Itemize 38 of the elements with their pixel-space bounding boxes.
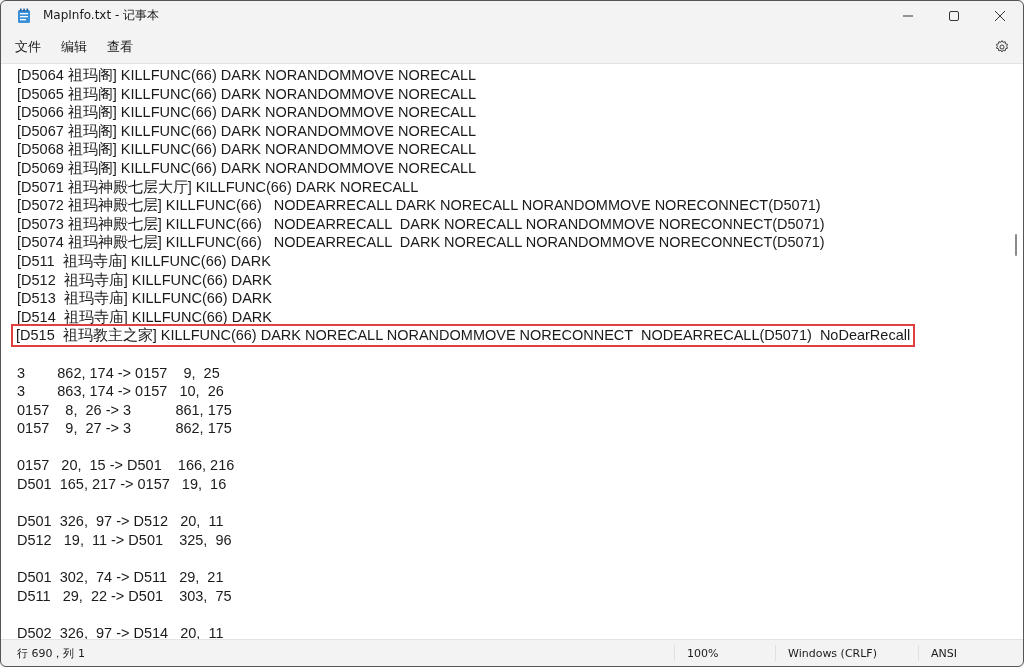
text-line: [D512 祖玛寺庙] KILLFUNC(66) DARK (17, 270, 272, 290)
menu-item[interactable]: 查看 (97, 33, 143, 60)
text-line: [D5067 祖玛阁] KILLFUNC(66) DARK NORANDOMMOVE NORECALL (17, 121, 477, 141)
text-line: [D513 祖玛寺庙] KILLFUNC(66) DARK (17, 289, 272, 308)
text-line: [D5069 祖玛阁] KILLFUNC(66) DARK NORANDOMMOVE NORECALL (17, 158, 477, 178)
text-line: [D5074 祖玛神殿七层] KILLFUNC(66) NODEARRECALL DARK NORECALL NORANDOMMOVE NORECONNECT(D5071) (17, 233, 825, 252)
window-title: MapInfo.txt - 记事本 (43, 7, 161, 24)
zoom-level: 100% (674, 645, 775, 661)
text-line: [D5066 祖玛阁] KILLFUNC(66) DARK NORANDOMMOVE NORECALL (17, 103, 477, 122)
text-line: [D5072 祖玛神殿七层] KILLFUNC(66) NODEARRECALL DARK NORECALL NORANDOMMOVE NORECONNECT(D5071) (17, 196, 821, 215)
settings-icon (995, 39, 1009, 54)
text-line: 3 862, 174 -> 0157 9, 25 (17, 363, 220, 383)
cursor-position: 行 690，列 1 (16, 645, 86, 661)
menu-item[interactable]: 编辑 (51, 33, 97, 60)
text-line: [D5065 祖玛阁] KILLFUNC(66) DARK NORANDOMMOVE NORECALL (17, 84, 477, 104)
line-ending: Windows (CRLF) (775, 645, 918, 661)
text-line: D501 302, 74 -> D511 29, 21 (17, 568, 224, 587)
close-icon (995, 10, 1005, 21)
text-line: 0157 9, 27 -> 3 862, 175 (17, 419, 232, 438)
text-line: D501 165, 217 -> 0157 19, 16 (17, 475, 227, 494)
text-line: [D5071 祖玛神殿七层大厅] KILLFUNC(66) DARK NORECALL (17, 177, 419, 197)
text-line: D501 326, 97 -> D512 20, 11 (17, 512, 224, 531)
text-line: D511 29, 22 -> D501 303, 75 (17, 586, 232, 606)
scrollbar-thumb[interactable] (1015, 234, 1017, 256)
text-line: [D511 祖玛寺庙] KILLFUNC(66) DARK (17, 251, 271, 271)
notepad-icon (17, 7, 31, 24)
text-line: 0157 20, 15 -> D501 166, 216 (17, 456, 235, 476)
highlighted-text-line: [D515 祖玛教主之家] KILLFUNC(66) DARK NORECALL NORANDOMMOVE NORECONNECT NODEARRECALL(D5071) NoDearRecall (13, 326, 914, 345)
text-line: D512 19, 11 -> D501 325, 96 (17, 530, 232, 550)
text-line: [D5073 祖玛神殿七层] KILLFUNC(66) NODEARRECALL DARK NORECALL NORANDOMMOVE NORECONNECT(D5071) (17, 214, 825, 234)
text-line: [D5068 祖玛阁] KILLFUNC(66) DARK NORANDOMMOVE NORECALL (17, 140, 477, 159)
text-line: [D5064 祖玛阁] KILLFUNC(66) DARK NORANDOMMOVE NORECALL (17, 66, 477, 85)
text-line: 0157 8, 26 -> 3 861, 175 (17, 400, 232, 420)
encoding: ANSI (918, 645, 1023, 661)
menu-item[interactable]: 文件 (5, 33, 51, 60)
maximize-icon (949, 10, 959, 21)
text-line: 3 863, 174 -> 0157 10, 26 (17, 382, 224, 401)
text-line: D502 326, 97 -> D514 20, 11 (17, 623, 224, 639)
